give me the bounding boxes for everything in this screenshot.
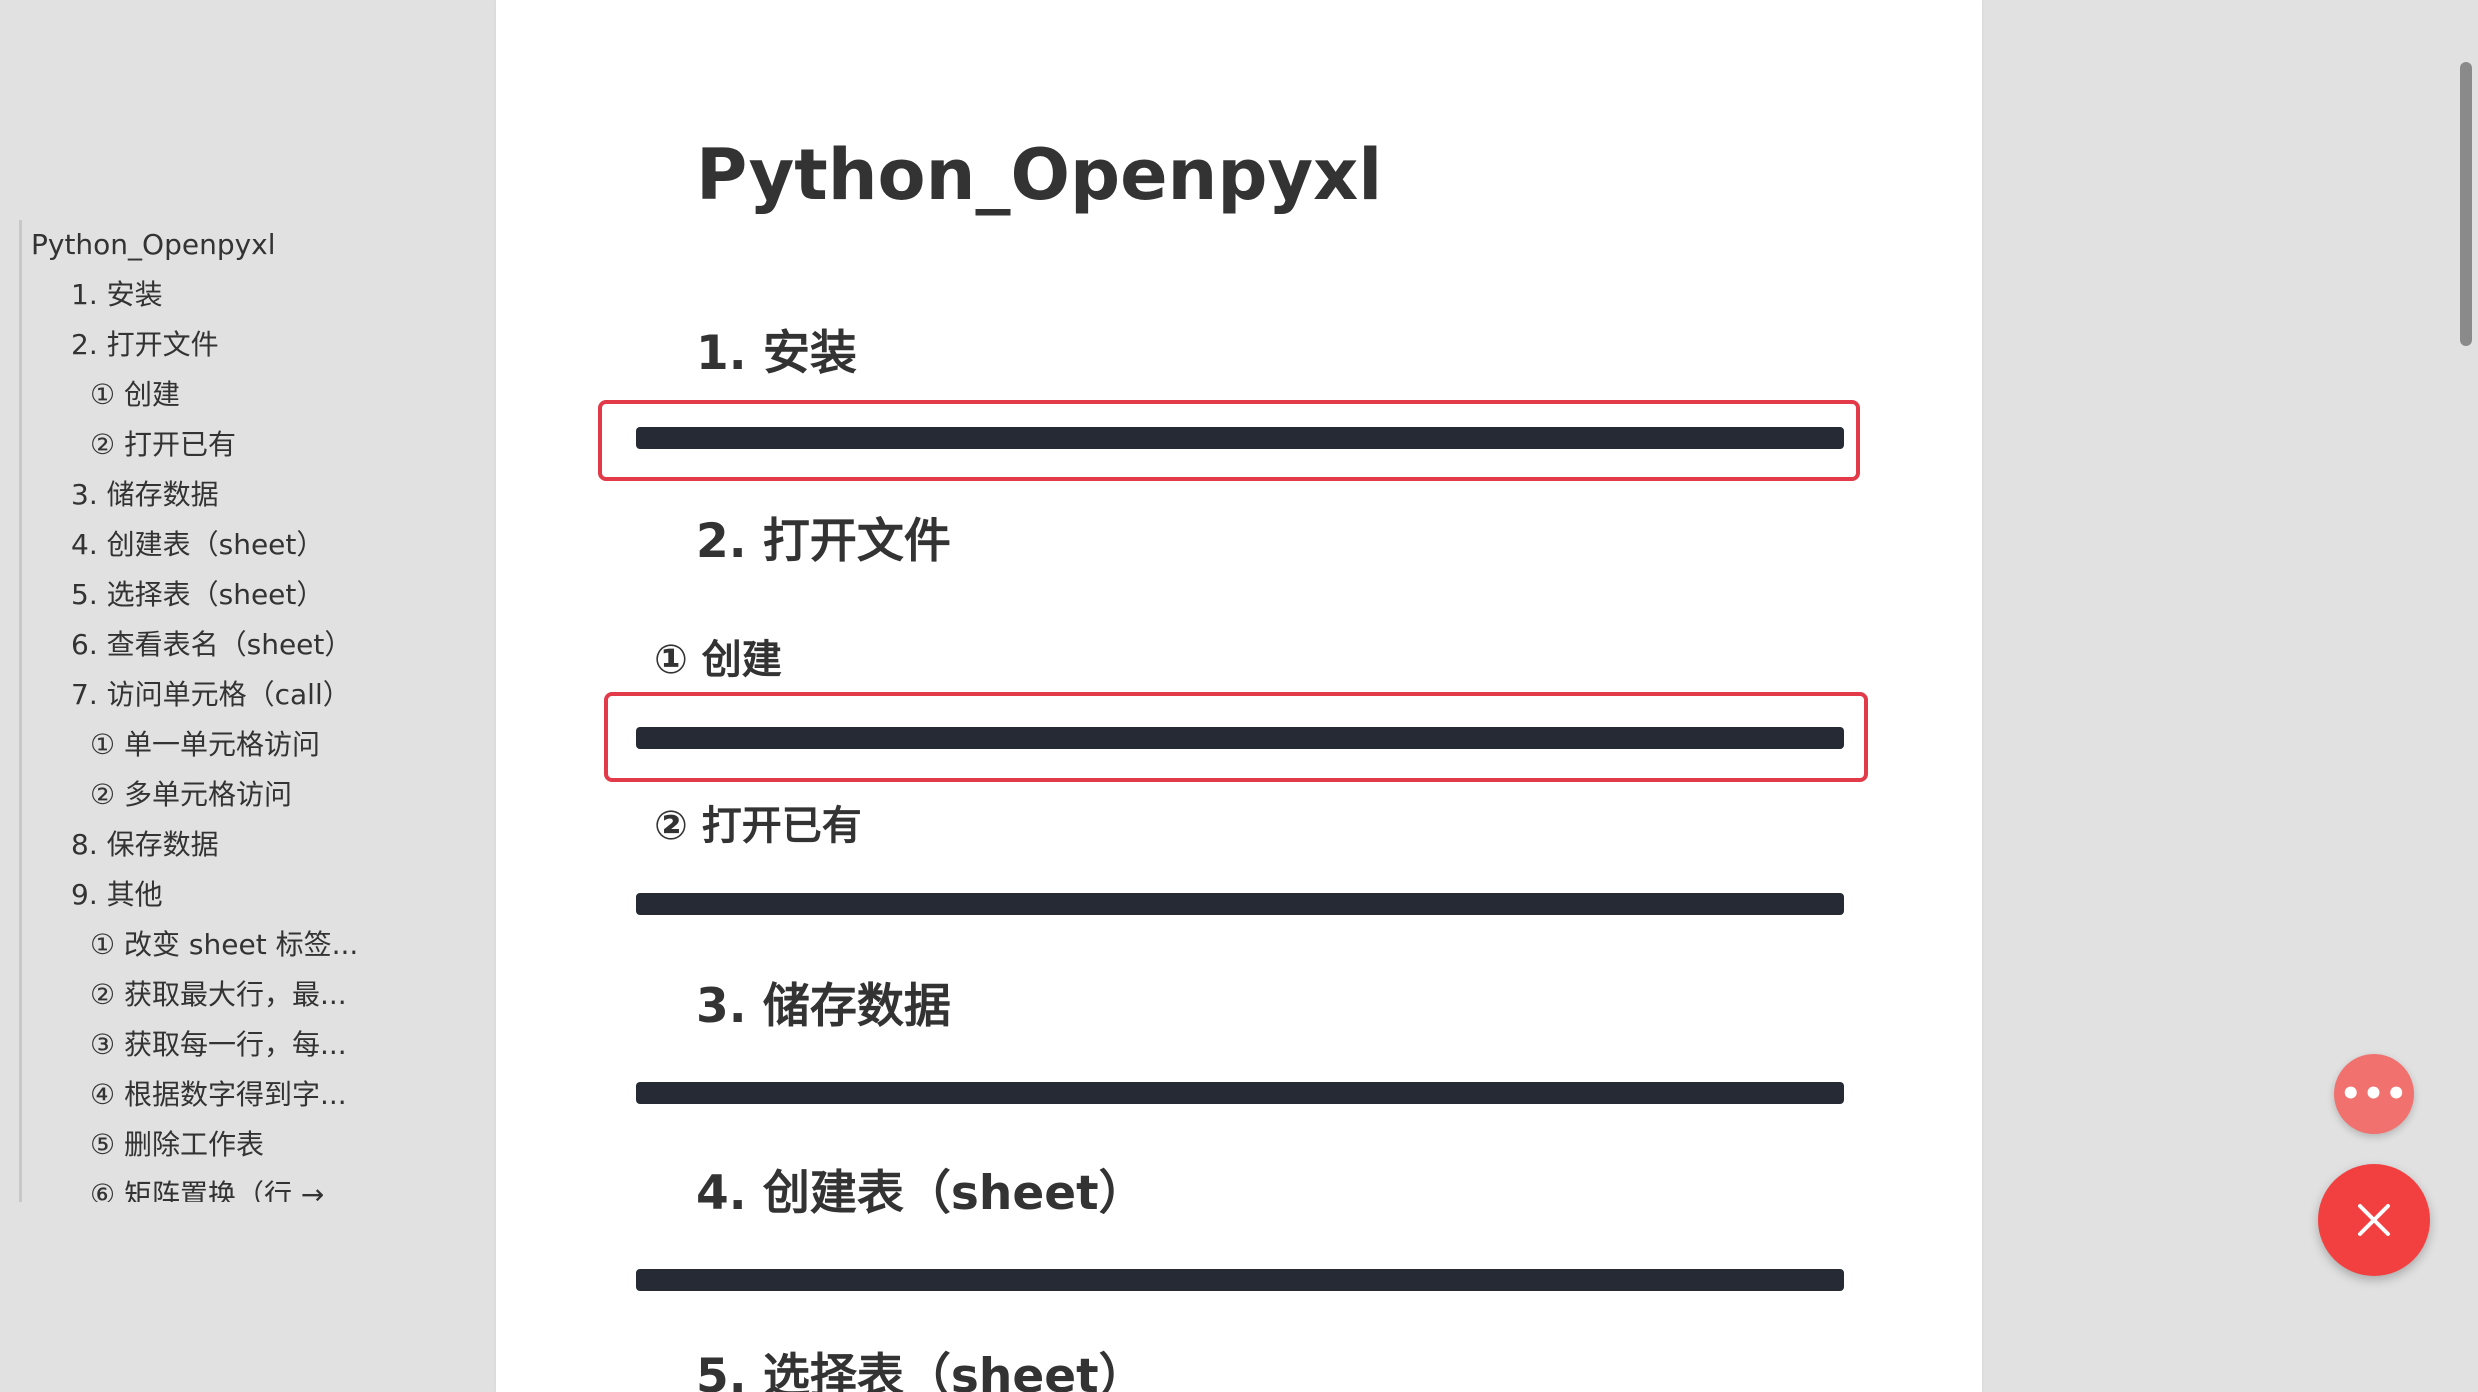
toc-item-store-data[interactable]: 3. 储存数据 (71, 470, 219, 520)
redacted-code-block (636, 1082, 1844, 1104)
redacted-code-block (636, 427, 1844, 449)
scrollbar-thumb[interactable] (2460, 62, 2472, 346)
subsection-heading-open-existing: ② 打开已有 (654, 803, 862, 849)
redacted-code-block (636, 727, 1844, 749)
toc-item-multi-cell[interactable]: ② 多单元格访问 (90, 770, 382, 820)
more-options-button[interactable]: ••• (2334, 1054, 2414, 1134)
section-heading-create-sheet: 4. 创建表（sheet） (696, 1166, 1146, 1221)
table-of-contents: Python_Openpyxl 1. 安装 2. 打开文件 ① 创建 ② 打开已… (19, 220, 382, 1202)
section-heading-select-sheet: 5. 选择表（sheet） (696, 1349, 1146, 1392)
toc-item-save-data[interactable]: 8. 保存数据 (71, 820, 219, 870)
subsection-heading-create: ① 创建 (654, 637, 782, 683)
close-button[interactable] (2318, 1164, 2430, 1276)
toc-item-open-file[interactable]: 2. 打开文件 (71, 320, 219, 370)
toc-item-open-existing[interactable]: ② 打开已有 (90, 420, 382, 470)
article-page: Python_Openpyxl 1. 安装 2. 打开文件 ① 创建 ② 打开已… (496, 0, 1982, 1392)
toc-item-access-cell[interactable]: 7. 访问单元格（call） (71, 670, 351, 720)
page-title: Python_Openpyxl (696, 134, 1383, 216)
toc-item-each-row[interactable]: ③ 获取每一行，每... (90, 1020, 382, 1070)
more-horizontal-icon: ••• (2339, 1074, 2409, 1114)
toc-item-select-sheet[interactable]: 5. 选择表（sheet） (71, 570, 324, 620)
toc-item-create-sheet[interactable]: 4. 创建表（sheet） (71, 520, 324, 570)
toc-item-max-row[interactable]: ② 获取最大行，最... (90, 970, 382, 1020)
section-heading-store-data: 3. 储存数据 (696, 979, 951, 1034)
toc-item-change-tab[interactable]: ① 改变 sheet 标签... (90, 920, 382, 970)
redacted-code-block (636, 1269, 1844, 1291)
toc-item-view-sheet-names[interactable]: 6. 查看表名（sheet） (71, 620, 352, 670)
redacted-code-block (636, 893, 1844, 915)
toc-item-transpose[interactable]: ⑥ 矩阵置换（行 → (90, 1170, 382, 1202)
toc-item-single-cell[interactable]: ① 单一单元格访问 (90, 720, 382, 770)
toc-item-other[interactable]: 9. 其他 (71, 870, 163, 920)
toc-item-create[interactable]: ① 创建 (90, 370, 382, 420)
close-icon (2358, 1204, 2390, 1236)
section-heading-install: 1. 安装 (696, 326, 857, 381)
toc-item-install[interactable]: 1. 安装 (71, 270, 163, 320)
toc-item-title[interactable]: Python_Openpyxl (31, 220, 276, 270)
toc-item-number-to-letter[interactable]: ④ 根据数字得到字... (90, 1070, 382, 1120)
toc-item-delete-sheet[interactable]: ⑤ 删除工作表 (90, 1120, 382, 1170)
section-heading-open-file: 2. 打开文件 (696, 514, 951, 569)
toc-active-indicator (19, 468, 22, 518)
